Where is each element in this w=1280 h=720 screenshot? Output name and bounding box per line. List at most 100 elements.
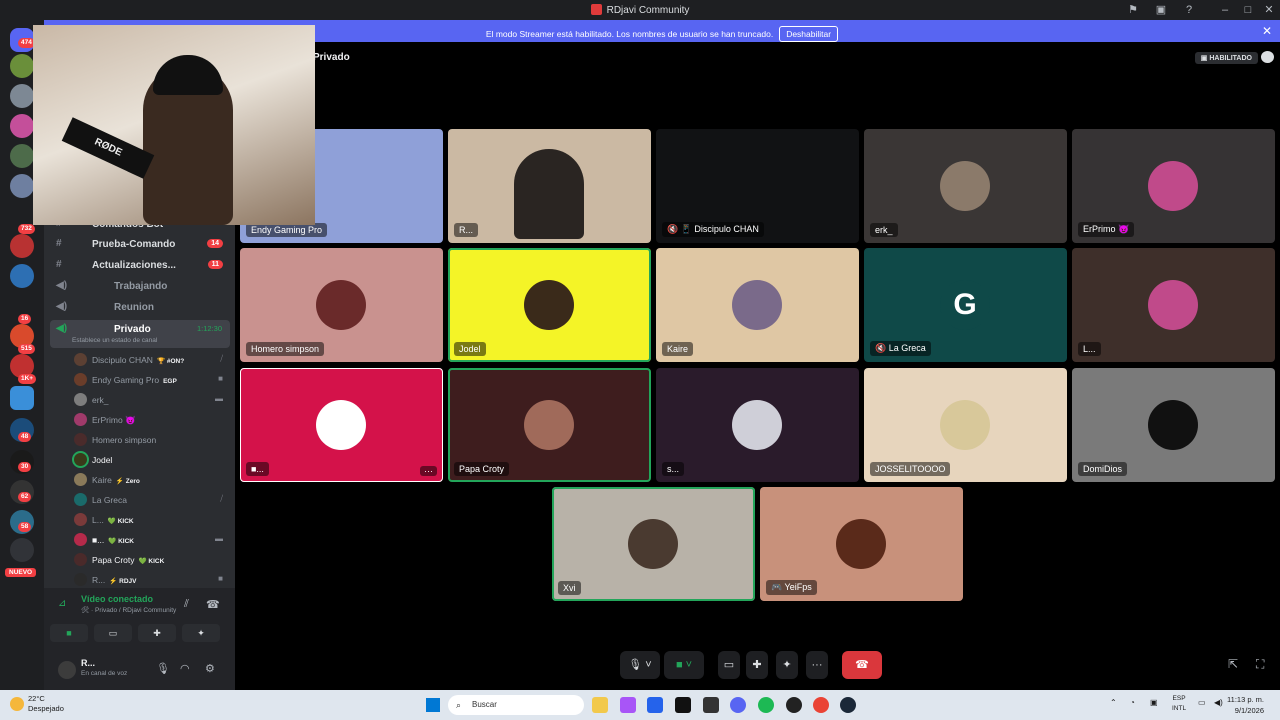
terminal-icon[interactable]: [675, 697, 691, 713]
voice-user-name: La Greca: [92, 495, 131, 505]
video-tile[interactable]: Papa Croty: [448, 368, 651, 482]
obs-icon[interactable]: [786, 697, 802, 713]
store-icon[interactable]: [647, 697, 663, 713]
disable-streamer-button[interactable]: Deshabilitar: [779, 26, 839, 42]
weather-widget[interactable]: 22°C Despejado: [10, 694, 64, 714]
network-icon[interactable]: ▭: [1198, 698, 1206, 707]
video-tile[interactable]: G 🔇 La Greca: [864, 248, 1067, 362]
screen-share-icon[interactable]: ▭: [718, 651, 740, 679]
voice-user[interactable]: Papa Croty 💚 KICK: [44, 550, 235, 570]
soundboard-icon[interactable]: ✦: [776, 651, 798, 679]
spotify-icon[interactable]: [758, 697, 774, 713]
chrome-icon[interactable]: [813, 697, 829, 713]
avatar: [732, 280, 782, 330]
video-tile[interactable]: R...: [448, 129, 651, 243]
inbox-icon[interactable]: ▣: [1154, 3, 1168, 17]
camera-button[interactable]: ■: [50, 624, 88, 642]
voice-location[interactable]: 🛠 · Privado / RDjavi Community: [81, 606, 176, 614]
tray-icon[interactable]: ▣: [1150, 698, 1158, 707]
soundboard-button[interactable]: ✦: [182, 624, 220, 642]
voice-user[interactable]: ErPrimo 😈: [44, 410, 235, 430]
tray-overflow-icon[interactable]: ⌃: [1110, 698, 1117, 707]
channel-trabajando[interactable]: ◀) Trabajando: [44, 277, 235, 297]
voice-user[interactable]: R... ⚡ RDJV ■: [44, 570, 235, 590]
disconnect-icon[interactable]: ☎: [206, 598, 220, 611]
video-tile[interactable]: 🔇 📱 Discipulo CHAN: [656, 129, 859, 243]
avatar: [74, 573, 87, 586]
video-tile[interactable]: s...: [656, 368, 859, 482]
copilot-icon[interactable]: [620, 697, 636, 713]
voice-user[interactable]: Homero simpson: [44, 430, 235, 450]
channel-status[interactable]: Establece un estado de canal: [72, 337, 157, 344]
minimize-icon[interactable]: –: [1218, 3, 1232, 17]
microphone-icon[interactable]: 🎙: [156, 662, 170, 675]
discord-taskbar-icon[interactable]: [730, 697, 746, 713]
voice-user[interactable]: Discipulo CHAN 🏆 #ON? ⧸: [44, 350, 235, 370]
video-tile[interactable]: ErPrimo 😈: [1072, 129, 1275, 243]
keyboard-layout: INTL: [1172, 705, 1187, 712]
microphone-toggle-button[interactable]: 🎙 ˅: [620, 651, 660, 679]
leave-call-button[interactable]: ☎: [842, 651, 882, 679]
banner-close-icon[interactable]: ✕: [1262, 24, 1272, 38]
taskbar-search[interactable]: ⌕ Buscar: [448, 695, 584, 715]
video-tile[interactable]: Xvi: [552, 487, 755, 601]
voice-user[interactable]: erk_ ▬: [44, 390, 235, 410]
noise-suppression-icon[interactable]: ⫽: [184, 598, 189, 611]
video-tile[interactable]: Jodel: [448, 248, 651, 362]
taskbar-clock[interactable]: 11:13 p. m. 9/1/2026: [1227, 694, 1264, 716]
pin-icon[interactable]: ⚑: [1126, 3, 1140, 17]
video-tile[interactable]: JOSSELITOOOO: [864, 368, 1067, 482]
video-tile[interactable]: DomiDios: [1072, 368, 1275, 482]
video-tile[interactable]: L...: [1072, 248, 1275, 362]
app-icon[interactable]: [703, 697, 719, 713]
video-tile[interactable]: Homero simpson: [240, 248, 443, 362]
fullscreen-icon[interactable]: ⛶: [1256, 657, 1264, 672]
volume-icon[interactable]: ◀): [1214, 698, 1223, 707]
server-icon[interactable]: [10, 54, 34, 78]
window-close-icon[interactable]: ✕: [1262, 3, 1276, 17]
channel-prueba-comando[interactable]: # Prueba-Comando 14: [44, 235, 235, 255]
server-icon[interactable]: [10, 114, 34, 138]
steam-icon[interactable]: [840, 697, 856, 713]
video-tile[interactable]: Kaire: [656, 248, 859, 362]
camera-toggle-button[interactable]: ■ ˅: [664, 651, 704, 679]
channel-privado[interactable]: ◀) Privado 1:12:30 Establece un estado de c…: [50, 320, 230, 348]
channel-name: Privado: [114, 324, 151, 335]
voice-user[interactable]: ■... 💚 KICK ▬: [44, 530, 235, 550]
screen-share-button[interactable]: ▭: [94, 624, 132, 642]
voice-user[interactable]: La Greca ⧸: [44, 490, 235, 510]
help-icon[interactable]: ?: [1182, 3, 1196, 17]
avatar: [74, 433, 87, 446]
windows-start-icon[interactable]: [426, 698, 440, 712]
tray-icon[interactable]: ◔: [1130, 698, 1135, 707]
more-icon[interactable]: ···: [806, 651, 828, 679]
activities-button[interactable]: ✚: [138, 624, 176, 642]
chat-icon[interactable]: [1261, 51, 1274, 63]
language-indicator[interactable]: ESP INTL: [1172, 694, 1186, 714]
file-explorer-icon[interactable]: [592, 697, 608, 713]
voice-user[interactable]: Jodel: [44, 450, 235, 470]
discover-icon[interactable]: [10, 538, 34, 562]
settings-icon[interactable]: ⚙: [205, 662, 215, 675]
voice-user[interactable]: Endy Gaming Pro EGP ■: [44, 370, 235, 390]
voice-user[interactable]: Kaire ⚡ Zero: [44, 470, 235, 490]
channel-reunion[interactable]: ◀) Reunion: [44, 298, 235, 318]
video-tile[interactable]: ■... ···: [240, 368, 443, 482]
server-icon[interactable]: [10, 386, 34, 410]
avatar[interactable]: [58, 661, 76, 679]
more-options-icon[interactable]: ···: [420, 466, 437, 476]
server-icon[interactable]: [10, 144, 34, 168]
server-icon[interactable]: [10, 84, 34, 108]
server-icon[interactable]: [10, 174, 34, 198]
activities-icon[interactable]: ✚: [746, 651, 768, 679]
video-tile[interactable]: erk_: [864, 129, 1067, 243]
maximize-icon[interactable]: □: [1241, 3, 1255, 17]
popout-icon[interactable]: ⇱: [1228, 657, 1238, 671]
video-tile[interactable]: 🎮 YeiFps: [760, 487, 963, 601]
headphones-icon[interactable]: ◠: [180, 662, 190, 675]
voice-user[interactable]: L... 💚 KICK: [44, 510, 235, 530]
server-icon[interactable]: [10, 264, 34, 288]
tile-label: Xvi: [558, 581, 581, 595]
server-icon[interactable]: [10, 234, 34, 258]
channel-actualizaciones[interactable]: # Actualizaciones... 11: [44, 256, 235, 276]
